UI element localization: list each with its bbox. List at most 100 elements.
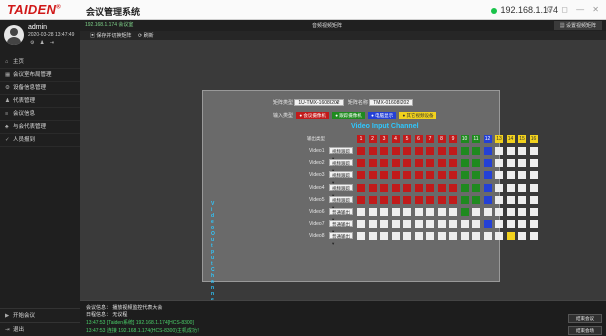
matrix-cell[interactable] bbox=[426, 232, 434, 241]
matrix-cell[interactable] bbox=[518, 171, 526, 180]
matrix-cell[interactable] bbox=[506, 232, 515, 241]
matrix-cell[interactable] bbox=[437, 232, 446, 241]
output-type-select[interactable]: 视频跟踪 ▾ bbox=[329, 159, 353, 173]
matrix-cell[interactable] bbox=[403, 183, 411, 192]
matrix-cell[interactable] bbox=[357, 208, 365, 216]
window-controls[interactable]: ⚙ ◻ — ✕ bbox=[546, 5, 602, 14]
matrix-cell[interactable] bbox=[380, 147, 388, 155]
matrix-cell[interactable] bbox=[426, 171, 434, 180]
sidebar-item-delegates[interactable]: ♟ 代表管理 bbox=[0, 95, 80, 108]
matrix-cell[interactable] bbox=[403, 220, 411, 229]
matrix-cell[interactable] bbox=[460, 195, 469, 204]
matrix-cell[interactable] bbox=[483, 195, 492, 204]
matrix-cell[interactable] bbox=[368, 208, 377, 216]
matrix-cell[interactable] bbox=[426, 220, 434, 229]
matrix-cell[interactable] bbox=[357, 159, 365, 168]
matrix-cell[interactable] bbox=[483, 208, 492, 216]
matrix-cell[interactable] bbox=[403, 171, 411, 180]
output-type-select[interactable]: 视频跟踪 ▾ bbox=[329, 147, 353, 161]
output-type-select[interactable]: 普通输出 ▾ bbox=[329, 208, 353, 222]
settings-icon[interactable]: ⚙ bbox=[30, 40, 36, 46]
matrix-cell[interactable] bbox=[506, 147, 515, 155]
matrix-cell[interactable] bbox=[495, 195, 503, 204]
matrix-cell[interactable] bbox=[460, 220, 469, 229]
matrix-cell[interactable] bbox=[414, 159, 423, 168]
matrix-cell[interactable] bbox=[437, 195, 446, 204]
matrix-cell[interactable] bbox=[391, 171, 400, 180]
matrix-cell[interactable] bbox=[391, 208, 400, 216]
person-icon[interactable]: ♟ bbox=[40, 40, 46, 46]
matrix-cell[interactable] bbox=[529, 220, 538, 229]
matrix-cell[interactable] bbox=[518, 232, 526, 241]
matrix-cell[interactable] bbox=[437, 159, 446, 168]
matrix-cell[interactable] bbox=[472, 183, 480, 192]
matrix-cell[interactable] bbox=[426, 208, 434, 216]
end-session-button[interactable]: 结束会场 bbox=[568, 326, 602, 335]
matrix-cell[interactable] bbox=[380, 183, 388, 192]
output-type-select[interactable]: 视频跟踪 ▾ bbox=[329, 183, 353, 198]
matrix-cell[interactable] bbox=[380, 232, 388, 241]
matrix-cell[interactable] bbox=[518, 195, 526, 204]
matrix-cell[interactable] bbox=[472, 159, 480, 168]
matrix-cell[interactable] bbox=[437, 208, 446, 216]
matrix-cell[interactable] bbox=[391, 220, 400, 229]
matrix-cell[interactable] bbox=[426, 159, 434, 168]
matrix-cell[interactable] bbox=[518, 220, 526, 229]
sidebar-item-room-layout[interactable]: ▦ 会议室布局管理 bbox=[0, 69, 80, 82]
matrix-cell[interactable] bbox=[414, 195, 423, 204]
matrix-cell[interactable] bbox=[380, 208, 388, 216]
matrix-cell[interactable] bbox=[449, 208, 457, 216]
matrix-cell[interactable] bbox=[518, 147, 526, 155]
sidebar-item-devices[interactable]: ⚙ 设备信息管理 bbox=[0, 82, 80, 95]
start-meeting-button[interactable]: ▶ 开始会议 bbox=[0, 308, 80, 322]
matrix-cell[interactable] bbox=[368, 220, 377, 229]
user-actions[interactable]: ⚙ ♟ ⇥ bbox=[30, 40, 56, 46]
exit-button[interactable]: ⇥ 退出 bbox=[0, 322, 80, 336]
matrix-cell[interactable] bbox=[529, 147, 538, 155]
matrix-cell[interactable] bbox=[380, 195, 388, 204]
matrix-cell[interactable] bbox=[357, 183, 365, 192]
matrix-cell[interactable] bbox=[483, 159, 492, 168]
matrix-cell[interactable] bbox=[391, 159, 400, 168]
sidebar-item-attendees[interactable]: ♣ 与会代表管理 bbox=[0, 121, 80, 134]
matrix-cell[interactable] bbox=[460, 147, 469, 155]
matrix-cell[interactable] bbox=[380, 220, 388, 229]
matrix-cell[interactable] bbox=[368, 183, 377, 192]
matrix-cell[interactable] bbox=[483, 220, 492, 229]
matrix-cell[interactable] bbox=[437, 147, 446, 155]
matrix-cell[interactable] bbox=[449, 220, 457, 229]
matrix-cell[interactable] bbox=[483, 232, 492, 241]
matrix-cell[interactable] bbox=[368, 195, 377, 204]
output-type-select[interactable]: 普通输出 ▾ bbox=[329, 232, 353, 246]
matrix-cell[interactable] bbox=[357, 171, 365, 180]
matrix-cell[interactable] bbox=[380, 171, 388, 180]
output-type-select[interactable]: 普通输出 ▾ bbox=[329, 220, 353, 234]
matrix-cell[interactable] bbox=[529, 208, 538, 216]
matrix-cell[interactable] bbox=[368, 159, 377, 168]
matrix-cell[interactable] bbox=[472, 195, 480, 204]
matrix-cell[interactable] bbox=[414, 171, 423, 180]
matrix-cell[interactable] bbox=[357, 220, 365, 229]
matrix-cell[interactable] bbox=[460, 232, 469, 241]
matrix-cell[interactable] bbox=[357, 232, 365, 241]
matrix-cell[interactable] bbox=[380, 159, 388, 168]
matrix-cell[interactable] bbox=[357, 195, 365, 204]
sidebar-item-home[interactable]: ⌂ 主页 bbox=[0, 56, 80, 69]
matrix-cell[interactable] bbox=[483, 147, 492, 155]
matrix-cell[interactable] bbox=[391, 183, 400, 192]
matrix-cell[interactable] bbox=[472, 171, 480, 180]
matrix-cell[interactable] bbox=[368, 232, 377, 241]
matrix-cell[interactable] bbox=[449, 159, 457, 168]
matrix-cell[interactable] bbox=[472, 208, 480, 216]
matrix-cell[interactable] bbox=[403, 159, 411, 168]
matrix-cell[interactable] bbox=[472, 147, 480, 155]
matrix-cell[interactable] bbox=[495, 159, 503, 168]
matrix-cell[interactable] bbox=[403, 195, 411, 204]
matrix-cell[interactable] bbox=[449, 147, 457, 155]
matrix-cell[interactable] bbox=[529, 171, 538, 180]
matrix-cell[interactable] bbox=[529, 159, 538, 168]
matrix-cell[interactable] bbox=[414, 220, 423, 229]
matrix-cell[interactable] bbox=[483, 171, 492, 180]
matrix-cell[interactable] bbox=[495, 171, 503, 180]
matrix-settings-button[interactable]: ▦ 设置视频矩阵 bbox=[553, 21, 602, 30]
